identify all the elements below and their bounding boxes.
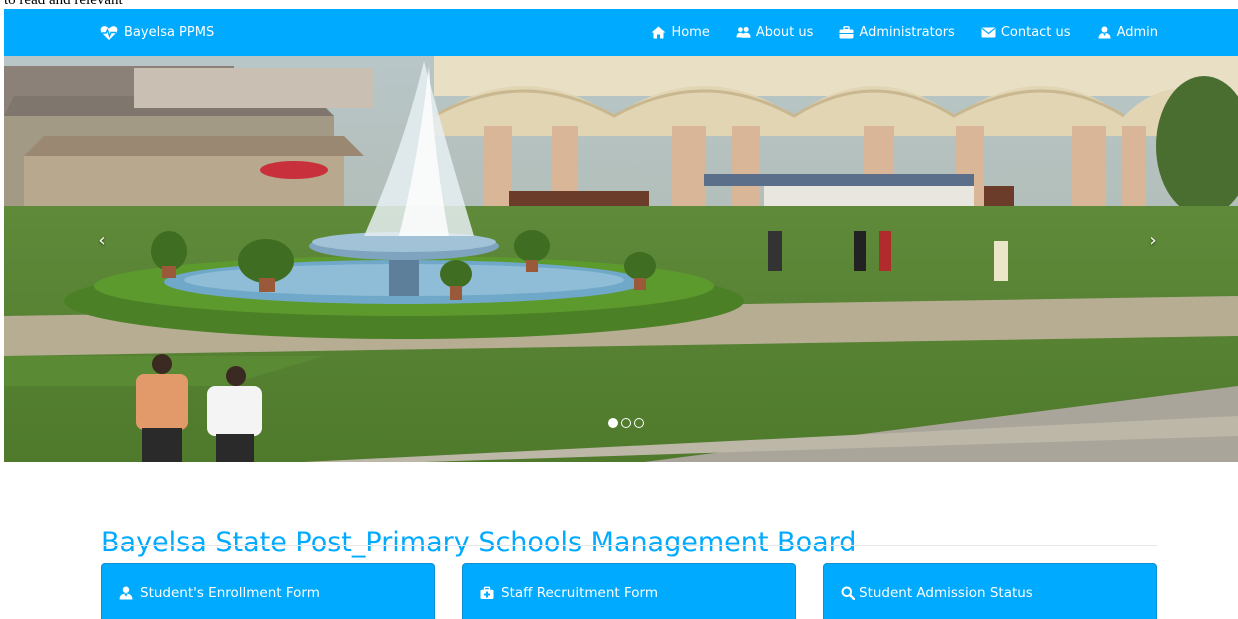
brand-link[interactable]: Bayelsa PPMS [100, 9, 214, 56]
heartbeat-icon [100, 25, 118, 41]
nav-administrators-label: Administrators [859, 25, 955, 40]
carousel-indicator-1[interactable] [608, 418, 618, 428]
carousel-indicators [608, 418, 644, 428]
nav-about[interactable]: About us [736, 25, 814, 40]
page-title: Bayelsa State Post_Primary Schools Manag… [101, 527, 857, 558]
users-icon [736, 26, 751, 39]
nav-administrators[interactable]: Administrators [839, 25, 955, 40]
admission-status-label: Student Admission Status [859, 584, 1033, 601]
nav-admin[interactable]: Admin [1097, 25, 1158, 40]
user-icon [1097, 26, 1112, 39]
carousel-prev-button[interactable]: ‹ [87, 226, 117, 254]
clipped-header-text: to read and relevant [4, 0, 123, 8]
nav-home[interactable]: Home [651, 25, 710, 40]
campus-fountain-photo [4, 56, 1238, 462]
staff-recruitment-label: Staff Recruitment Form [501, 584, 658, 601]
carousel-indicator-3[interactable] [634, 418, 644, 428]
nav-contact[interactable]: Contact us [981, 25, 1071, 40]
nav-admin-label: Admin [1116, 25, 1158, 40]
nav-about-label: About us [755, 25, 814, 40]
carousel-indicator-2[interactable] [621, 418, 631, 428]
carousel-next-button[interactable]: › [1138, 226, 1168, 254]
image-carousel[interactable]: ‹ › [4, 56, 1238, 462]
admission-status-panel[interactable]: Student Admission Status [823, 563, 1157, 619]
user-icon [119, 586, 133, 600]
envelope-icon [981, 26, 996, 39]
staff-recruitment-panel[interactable]: Staff Recruitment Form [462, 563, 796, 619]
student-enrollment-panel[interactable]: Student's Enrollment Form [101, 563, 435, 619]
search-icon [841, 586, 855, 600]
briefcase-icon [839, 26, 854, 39]
student-enrollment-label: Student's Enrollment Form [140, 584, 320, 601]
brand-label: Bayelsa PPMS [124, 25, 215, 40]
nav-contact-label: Contact us [1000, 25, 1071, 40]
nav-links: Home About us Administrators Contact us … [651, 9, 1158, 56]
title-divider [101, 545, 1157, 546]
medkit-icon [480, 586, 494, 600]
navbar: Bayelsa PPMS Home About us Administrator… [4, 9, 1238, 56]
home-icon [651, 26, 666, 39]
nav-home-label: Home [671, 25, 710, 40]
